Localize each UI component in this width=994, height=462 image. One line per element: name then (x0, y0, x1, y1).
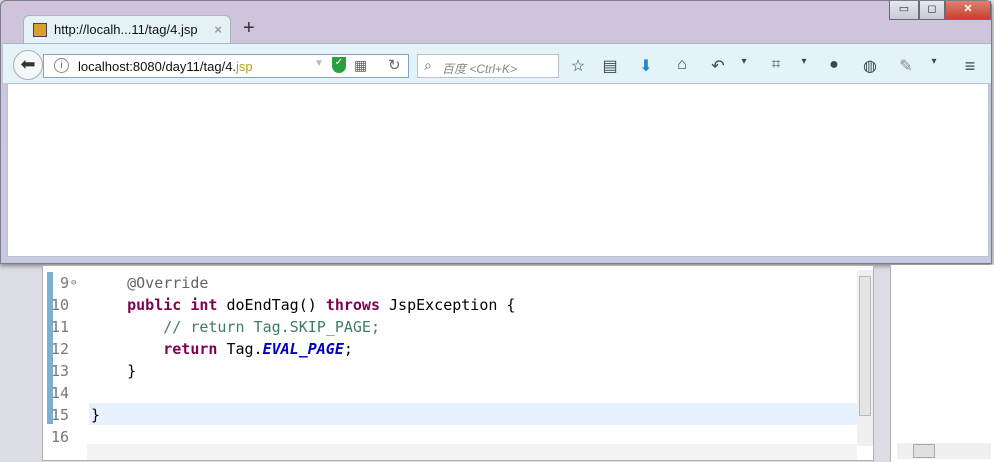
extension-icon[interactable]: ✎ (895, 56, 917, 76)
crop-icon[interactable]: ⌗ (765, 56, 787, 74)
code-token: return (163, 340, 218, 358)
horizontal-scrollbar[interactable] (87, 444, 857, 460)
reload-icon[interactable]: ↻ (388, 56, 401, 74)
code-token: doEndTag() (217, 296, 326, 314)
code-token: } (91, 406, 101, 424)
minimize-button[interactable]: ▭ (889, 1, 919, 20)
code-line[interactable]: public int doEndTag() throws JspExceptio… (91, 294, 515, 316)
tomcat-favicon-icon (33, 23, 47, 37)
dropdown-icon[interactable]: ▼ (314, 58, 324, 69)
code-token: throws (325, 296, 380, 314)
line-number: 16 (50, 428, 69, 446)
code-token: // return Tag.SKIP_PAGE; (163, 318, 380, 336)
vertical-scrollbar[interactable] (857, 270, 873, 446)
line-number: 9 (59, 274, 69, 292)
vertical-scroll-thumb[interactable] (859, 276, 871, 416)
globe-icon[interactable]: ◍ (859, 56, 881, 76)
qr-code-icon[interactable]: ▦ (354, 57, 367, 74)
url-bar[interactable]: i localhost:8080/day11/tag/4.jsp ▼ ✓ ▦ ↻ (43, 54, 409, 78)
side-scroll-thumb[interactable] (913, 444, 935, 458)
maximize-button[interactable]: ◻ (919, 1, 945, 20)
side-panel (890, 265, 994, 462)
undo-icon[interactable]: ↶ (707, 56, 729, 76)
info-icon[interactable]: i (54, 58, 69, 73)
back-button[interactable]: ⬅ (13, 50, 43, 80)
code-token: Tag. (217, 340, 263, 358)
browser-window: ▭ ◻ ✕ http://localh...11/tag/4.jsp × + ⬅… (0, 0, 992, 264)
line-number: 10 (50, 296, 69, 314)
chat-icon[interactable]: ● (823, 56, 845, 74)
navigation-toolbar: ⬅ i localhost:8080/day11/tag/4.jsp ▼ ✓ ▦… (3, 43, 991, 83)
code-line[interactable]: return Tag.EVAL_PAGE; (91, 338, 353, 360)
code-token: public (127, 296, 182, 314)
reading-list-icon[interactable]: ▤ (599, 56, 621, 76)
close-tab-icon[interactable]: × (214, 22, 222, 37)
page-content (7, 83, 989, 257)
side-panel-scrollbar[interactable] (897, 443, 991, 459)
close-window-button[interactable]: ✕ (945, 1, 991, 20)
url-text: localhost:8080/day11/tag/4. (78, 59, 237, 74)
tab-active[interactable]: http://localh...11/tag/4.jsp × (23, 15, 231, 45)
home-icon[interactable]: ⌂ (671, 56, 693, 74)
code-token: JspException { (380, 296, 516, 314)
search-input[interactable]: ⌕ 百度 <Ctrl+K> (417, 54, 559, 78)
line-number: 15 (50, 406, 69, 424)
code-line[interactable]: // return Tag.SKIP_PAGE; (91, 316, 380, 338)
line-number: 13 (50, 362, 69, 380)
code-token: ; (343, 340, 353, 358)
search-icon: ⌕ (424, 57, 432, 73)
menu-icon[interactable]: ≡ (959, 56, 981, 77)
search-placeholder: 百度 <Ctrl+K> (442, 62, 518, 76)
extension-dropdown-icon[interactable]: ▾ (923, 56, 945, 67)
code-line[interactable]: } (91, 404, 100, 426)
current-line-highlight (89, 403, 857, 425)
code-line[interactable]: @Override (91, 272, 208, 294)
bookmark-star-icon[interactable]: ☆ (567, 56, 589, 76)
line-number: 12 (50, 340, 69, 358)
code-token: EVAL_PAGE (262, 340, 344, 358)
crop-dropdown-icon[interactable]: ▾ (793, 56, 815, 67)
new-tab-button[interactable]: + (243, 17, 255, 40)
code-token: } (91, 362, 137, 380)
tab-title: http://localh...11/tag/4.jsp (54, 22, 198, 37)
code-editor[interactable]: 9 ⊖ @Override 10 public int doEndTag() thr… (42, 265, 874, 461)
line-number: 11 (50, 318, 69, 336)
url-extension: jsp (236, 59, 253, 74)
code-token: int (190, 296, 218, 314)
code-line[interactable]: } (91, 360, 136, 382)
undo-dropdown-icon[interactable]: ▾ (733, 56, 755, 67)
download-icon[interactable]: ⬇ (635, 56, 657, 76)
shield-icon[interactable]: ✓ (332, 57, 346, 73)
line-number: 14 (50, 384, 69, 402)
code-token: @Override (127, 274, 209, 292)
